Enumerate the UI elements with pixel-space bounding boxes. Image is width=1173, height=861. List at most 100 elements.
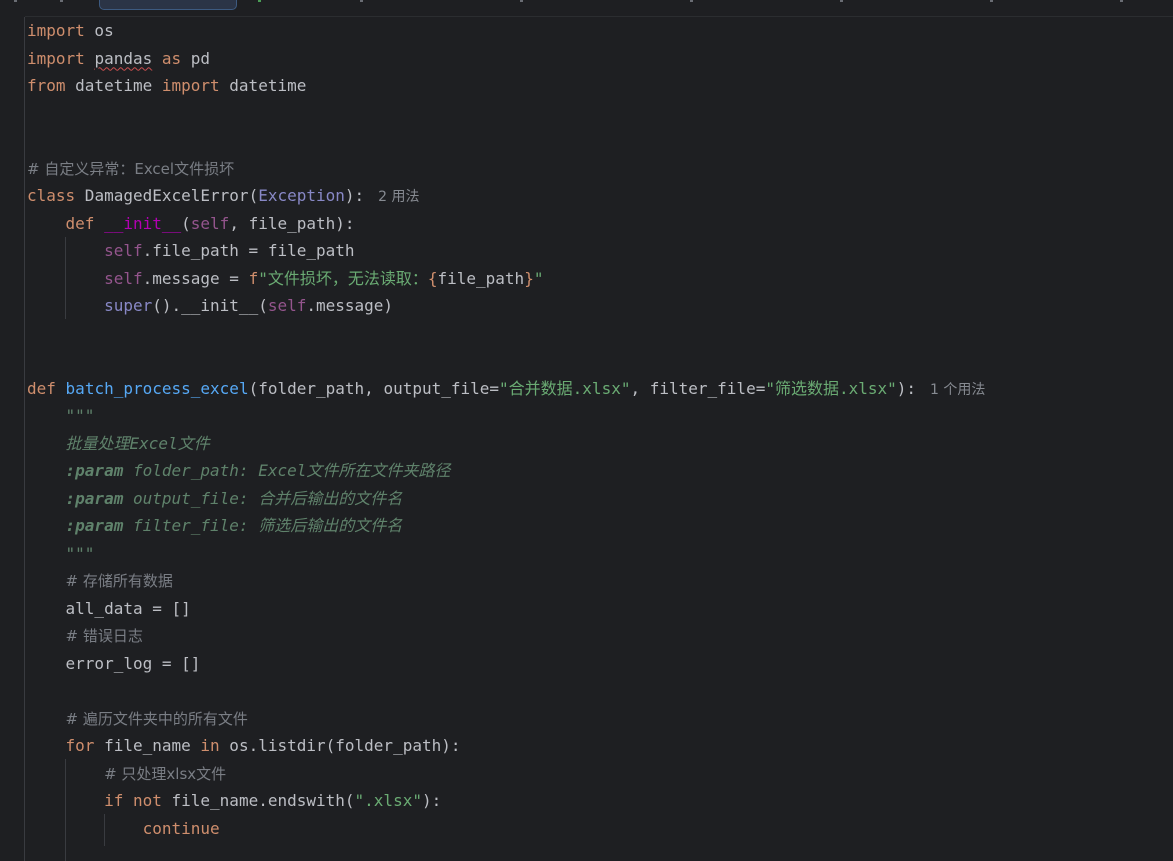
code-line[interactable]: # 只处理xlsx文件 <box>27 760 985 788</box>
code-token: pd <box>181 48 211 68</box>
code-line[interactable]: :param output_file: 合并后输出的文件名 <box>27 485 985 513</box>
code-line[interactable] <box>27 320 985 348</box>
string-token: "合并数据.xlsx" <box>499 378 631 398</box>
code-line[interactable]: import pandas as pd <box>27 45 985 73</box>
code-line[interactable] <box>27 100 985 128</box>
code-line[interactable]: :param filter_file: 筛选后输出的文件名 <box>27 512 985 540</box>
keyword-token: continue <box>142 818 220 838</box>
code-line[interactable]: def batch_process_excel(folder_path, out… <box>27 375 985 403</box>
keyword-token: def <box>27 378 56 398</box>
tab-edge-mark <box>60 0 63 2</box>
tab-edge-mark <box>990 0 993 2</box>
code-line[interactable]: self.message = f"文件损坏，无法读取：{file_path}" <box>27 265 985 293</box>
code-line[interactable]: import os <box>27 17 985 45</box>
docstring-token: output_file: 合并后输出的文件名 <box>123 488 403 508</box>
magic-method-token: __init__ <box>104 213 182 233</box>
tab-edge-mark <box>258 0 261 2</box>
code-line[interactable]: """ <box>27 402 985 430</box>
code-line[interactable] <box>27 127 985 155</box>
keyword-token: import <box>27 21 85 40</box>
string-token: ".xlsx" <box>354 791 422 810</box>
usage-hint[interactable]: 1 个用法 <box>916 382 985 398</box>
code-token: datetime <box>219 76 307 95</box>
docstring-token: folder_path: Excel文件所在文件夹路径 <box>123 461 451 480</box>
tab-edge-mark <box>1120 0 1123 2</box>
comment-token: # 错误日志 <box>65 627 143 645</box>
keyword-token: f <box>248 268 259 288</box>
code-line[interactable]: 批量处理Excel文件 <box>27 430 985 458</box>
tab-edge-mark <box>360 0 363 2</box>
string-token: "文件损坏，无法读取： <box>258 268 428 288</box>
code-token: os <box>84 21 114 40</box>
code-token: file_name <box>94 736 201 755</box>
code-line[interactable]: self.file_path = file_path <box>27 237 985 265</box>
code-lines[interactable]: import os import pandas as pd from datetim… <box>27 17 985 842</box>
code-token: .file_path = file_path <box>142 241 355 260</box>
code-line[interactable]: class DamagedExcelError(Exception): 2 用法 <box>27 182 985 210</box>
editor-gutter <box>0 16 25 861</box>
code-token: .message) <box>306 296 394 315</box>
keyword-token: as <box>161 48 182 68</box>
keyword-token: if <box>104 791 124 810</box>
docstring-param-token: :param <box>65 488 124 508</box>
code-line[interactable]: super().__init__(self.message) <box>27 292 985 320</box>
code-line[interactable]: # 错误日志 <box>27 622 985 650</box>
self-token: self <box>104 241 143 260</box>
keyword-token: import <box>161 76 220 95</box>
code-line[interactable]: error_log = [] <box>27 650 985 678</box>
active-tab-edge[interactable] <box>99 0 237 10</box>
code-token: ( <box>181 213 191 233</box>
code-line[interactable]: # 存储所有数据 <box>27 567 985 595</box>
docstring-token: """ <box>65 406 95 425</box>
code-token: DamagedExcelError( <box>75 186 259 205</box>
code-token: os.listdir(folder_path): <box>219 736 461 755</box>
builtin-token: Exception <box>258 186 345 205</box>
code-line[interactable]: # 遍历文件夹中的所有文件 <box>27 705 985 733</box>
keyword-token: class <box>27 186 76 205</box>
docstring-token: filter_file: 筛选后输出的文件名 <box>123 516 403 535</box>
keyword-token: def <box>65 213 95 233</box>
string-token: " <box>533 268 544 288</box>
keyword-token: from <box>27 76 66 95</box>
docstring-param-token: :param <box>65 461 124 480</box>
code-editor[interactable]: import os import pandas as pd from datetim… <box>0 0 1173 861</box>
code-line[interactable] <box>27 677 985 705</box>
code-token: ): <box>896 378 917 398</box>
code-token: file_path <box>437 268 525 288</box>
editor-tab-strip <box>0 0 1173 17</box>
code-token: .message = <box>142 268 249 288</box>
usage-hint[interactable]: 2 用法 <box>364 189 419 205</box>
code-line[interactable] <box>27 347 985 375</box>
code-line[interactable]: from datetime import datetime <box>27 72 985 100</box>
code-line[interactable]: def __init__(self, file_path): <box>27 210 985 238</box>
keyword-token: import <box>27 48 85 68</box>
code-line[interactable]: """ <box>27 540 985 568</box>
self-token: self <box>104 268 143 288</box>
docstring-token: """ <box>65 543 95 563</box>
code-line[interactable]: for file_name in os.listdir(folder_path)… <box>27 732 985 760</box>
code-line[interactable]: if not file_name.endswith(".xlsx"): <box>27 787 985 815</box>
keyword-token: in <box>200 736 220 755</box>
code-line[interactable]: all_data = [] <box>27 595 985 623</box>
comment-token: # 只处理xlsx文件 <box>104 764 227 783</box>
code-line[interactable]: continue <box>27 815 985 843</box>
comment-token: # 遍历文件夹中的所有文件 <box>65 709 248 728</box>
code-line[interactable]: # 自定义异常：Excel文件损坏 <box>27 155 985 183</box>
code-line[interactable]: :param folder_path: Excel文件所在文件夹路径 <box>27 457 985 485</box>
tab-edge-mark <box>520 0 523 2</box>
code-token: ().__init__( <box>152 296 268 315</box>
function-name-token: batch_process_excel <box>65 378 249 398</box>
